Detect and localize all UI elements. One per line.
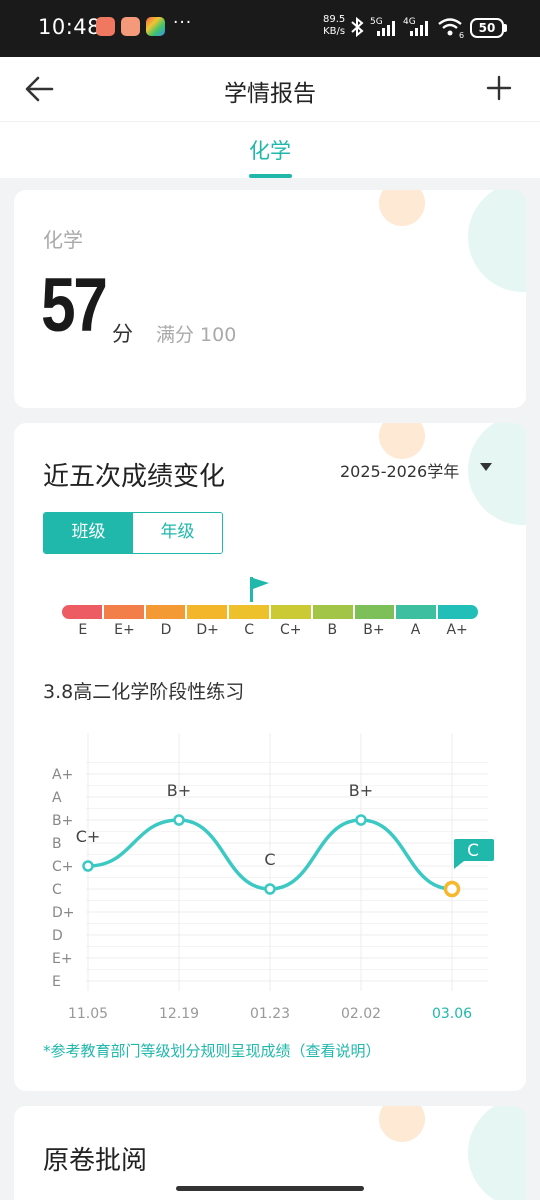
decoration-circle (468, 190, 526, 292)
grade-segment (103, 605, 146, 619)
grade-label: A+ (446, 622, 468, 638)
grade-label: B+ (363, 622, 385, 638)
trend-card: 近五次成绩变化 2025-2026学年 班级 年级 E E+ D D+ C C+ B B+ A A… (14, 423, 526, 1091)
segment-class[interactable]: 班级 (44, 513, 133, 553)
y-tick-label: E (52, 974, 61, 990)
grade-scale-labels: E E+ D D+ C C+ B B+ A A+ (62, 622, 478, 638)
grade-scale-bar (62, 605, 478, 619)
grade-label: E+ (114, 622, 135, 638)
score-unit: 分 (112, 322, 133, 346)
point-label: C (467, 841, 479, 861)
score-value: 57 (41, 263, 108, 348)
battery-level: 50 (478, 21, 496, 35)
grade-segment (187, 605, 230, 619)
trend-title: 近五次成绩变化 (43, 462, 226, 492)
y-tick-label: C+ (52, 859, 74, 875)
app-notification-icon (96, 17, 115, 36)
x-tick-label: 02.02 (341, 1006, 381, 1022)
app-notification-icon (121, 17, 140, 36)
grade-label: E (78, 622, 88, 638)
score-card: 化学 57 分 满分 100 (14, 190, 526, 408)
bluetooth-icon (351, 16, 364, 38)
score-trend-chart: E E+ D D+ C C+ B B+ A A+ 11.05 12.19 01.23 02.02 03.06… (52, 733, 494, 1022)
data-point (82, 860, 94, 872)
y-tick-label: A (52, 790, 62, 806)
x-tick-label: 03.06 (432, 1006, 472, 1022)
page-title: 学情报告 (224, 81, 316, 107)
x-tick-label: 12.19 (159, 1006, 199, 1022)
y-tick-label: B+ (52, 813, 73, 829)
grade-rule-note[interactable]: *参考教育部门等级划分规则呈现成绩（查看说明） (43, 1040, 381, 1061)
grade-segment (270, 605, 313, 619)
full-score: 满分 100 (156, 324, 237, 346)
x-tick-label: 01.23 (250, 1006, 290, 1022)
grade-label: B (327, 622, 338, 638)
y-tick-label: D (52, 928, 63, 944)
grade-segment (396, 605, 439, 619)
app-notification-icon (146, 17, 165, 36)
grade-label: C (244, 622, 255, 638)
tab-active-indicator (249, 174, 292, 178)
home-indicator (176, 1186, 364, 1191)
flag-icon (250, 577, 269, 602)
wifi-icon: 6 (438, 18, 464, 39)
status-time: 10:48 (38, 15, 102, 39)
grade-label: C+ (280, 622, 302, 638)
grade-label: D (160, 622, 172, 638)
year-dropdown[interactable]: 2025-2026学年 (340, 458, 459, 482)
network-speed: 89.5 KB/s (323, 14, 345, 38)
decoration-circle (379, 1106, 425, 1142)
grade-segment (312, 605, 355, 619)
data-point (264, 883, 276, 895)
signal-4g-label: 4G (403, 17, 416, 27)
signal-5g-icon: 5G (370, 17, 395, 36)
highlight-point (443, 880, 461, 898)
battery-tip (504, 24, 507, 32)
x-tick-label: 11.05 (68, 1006, 108, 1022)
data-point (355, 814, 367, 826)
add-icon[interactable] (480, 69, 518, 107)
grade-label: D+ (196, 622, 219, 638)
decoration-circle (379, 423, 425, 459)
decoration-circle (468, 1106, 526, 1200)
point-label: C (264, 850, 275, 869)
subject-tabbar: 化学 (0, 121, 540, 178)
decoration-circle (468, 423, 526, 525)
grade-segment (145, 605, 188, 619)
review-title: 原卷批阅 (43, 1146, 148, 1176)
net-speed-unit: KB/s (323, 26, 346, 37)
app-header: 学情报告 (0, 57, 540, 121)
battery-icon: 50 (470, 18, 504, 38)
point-label: B+ (167, 781, 191, 800)
signal-5g-label: 5G (370, 17, 383, 27)
y-tick-label: E+ (52, 951, 73, 967)
subject-label: 化学 (43, 228, 83, 252)
grade-segment (438, 605, 478, 619)
exam-name: 3.8高二化学阶段性练习 (43, 681, 245, 703)
grade-segment (62, 605, 104, 619)
grade-segment (229, 605, 271, 619)
tab-chemistry[interactable]: 化学 (0, 135, 540, 165)
caret-down-icon[interactable] (480, 463, 492, 471)
signal-4g-icon: 4G (403, 17, 428, 36)
decoration-circle (379, 190, 425, 226)
y-tick-label: D+ (52, 905, 75, 921)
segment-grade[interactable]: 年级 (133, 513, 222, 553)
more-notifications-icon: ··· (173, 13, 193, 33)
point-label: C+ (76, 827, 101, 846)
data-point (173, 814, 185, 826)
y-tick-label: A+ (52, 767, 73, 783)
scope-toggle: 班级 年级 (43, 512, 223, 554)
grade-label: A (410, 622, 421, 638)
wifi-number: 6 (459, 31, 464, 39)
y-tick-label: B (52, 836, 62, 852)
net-speed-value: 89.5 (323, 14, 346, 25)
grade-segment (354, 605, 397, 619)
y-tick-label: C (52, 882, 62, 898)
status-bar: 10:48 ··· 89.5 KB/s 5G 4G 6 50 (0, 0, 540, 57)
point-label: B+ (349, 781, 373, 800)
